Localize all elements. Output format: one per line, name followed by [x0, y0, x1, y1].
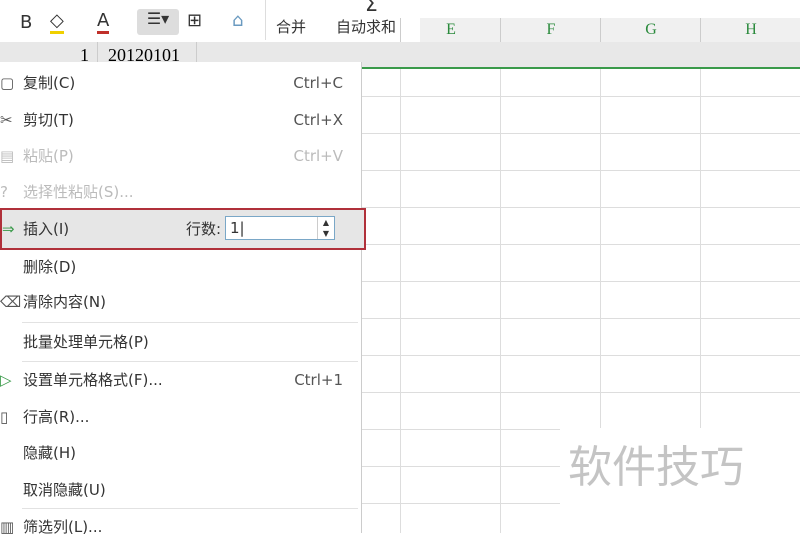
- menu-paste[interactable]: ▤ 粘贴(P) Ctrl+V: [0, 138, 361, 174]
- menu-copy[interactable]: ▢ 复制(C) Ctrl+C: [0, 65, 361, 101]
- menu-batch-process[interactable]: 批量处理单元格(P): [0, 324, 361, 360]
- column-header-h[interactable]: H: [700, 18, 800, 42]
- menu-insert[interactable]: ⇒ 插入(I) 行数: 1| ▲ ▼: [0, 208, 366, 250]
- menu-cut[interactable]: ✂ 剪切(T) Ctrl+X: [0, 102, 361, 138]
- format-painter-icon[interactable]: ⌂: [232, 10, 243, 31]
- fill-color-icon[interactable]: ◇: [50, 10, 64, 34]
- paste-special-icon: ?: [0, 183, 8, 201]
- column-headers: E F G H: [400, 18, 800, 42]
- filter-icon: ▥: [0, 518, 15, 536]
- rows-count-input[interactable]: 1| ▲ ▼: [225, 216, 335, 240]
- autosum-button[interactable]: 自动求和: [336, 16, 396, 37]
- column-header-f[interactable]: F: [500, 18, 601, 42]
- menu-format-cells[interactable]: ▷ 设置单元格格式(F)... Ctrl+1: [0, 362, 361, 398]
- merge-button[interactable]: 合并: [276, 16, 306, 37]
- bold-button[interactable]: B: [20, 12, 32, 33]
- menu-hide[interactable]: 隐藏(H): [0, 435, 361, 471]
- copy-icon: ▢: [0, 74, 15, 92]
- eraser-icon: ⌫: [0, 293, 22, 311]
- menu-row-height[interactable]: ▯ 行高(R)...: [0, 399, 361, 435]
- format-cells-icon: ▷: [0, 371, 12, 389]
- paste-icon: ▤: [0, 147, 15, 165]
- column-header-g[interactable]: G: [600, 18, 701, 42]
- menu-filter-column[interactable]: ▥ 筛选列(L)...: [0, 509, 361, 545]
- border-icon[interactable]: ⊞: [187, 10, 202, 31]
- menu-delete[interactable]: 删除(D): [0, 249, 361, 285]
- scissors-icon: ✂: [0, 111, 13, 129]
- menu-paste-special[interactable]: ? 选择性粘贴(S)...: [0, 174, 361, 210]
- rows-spinner[interactable]: ▲ ▼: [317, 217, 334, 239]
- sum-icon: Σ: [365, 0, 378, 16]
- menu-unhide[interactable]: 取消隐藏(U): [0, 472, 361, 508]
- watermark: 软件技巧: [560, 428, 800, 533]
- menu-separator: [22, 322, 358, 323]
- font-color-button[interactable]: A: [97, 10, 110, 34]
- insert-icon: ⇒: [2, 220, 15, 238]
- row-height-icon: ▯: [0, 408, 9, 426]
- menu-clear-contents[interactable]: ⌫ 清除内容(N): [0, 284, 361, 320]
- align-icon[interactable]: ☰▾: [137, 9, 179, 35]
- context-menu: ▢ 复制(C) Ctrl+C ✂ 剪切(T) Ctrl+X ▤ 粘贴(P) Ctrl+V ?…: [0, 62, 366, 536]
- column-header-e[interactable]: E: [400, 18, 501, 42]
